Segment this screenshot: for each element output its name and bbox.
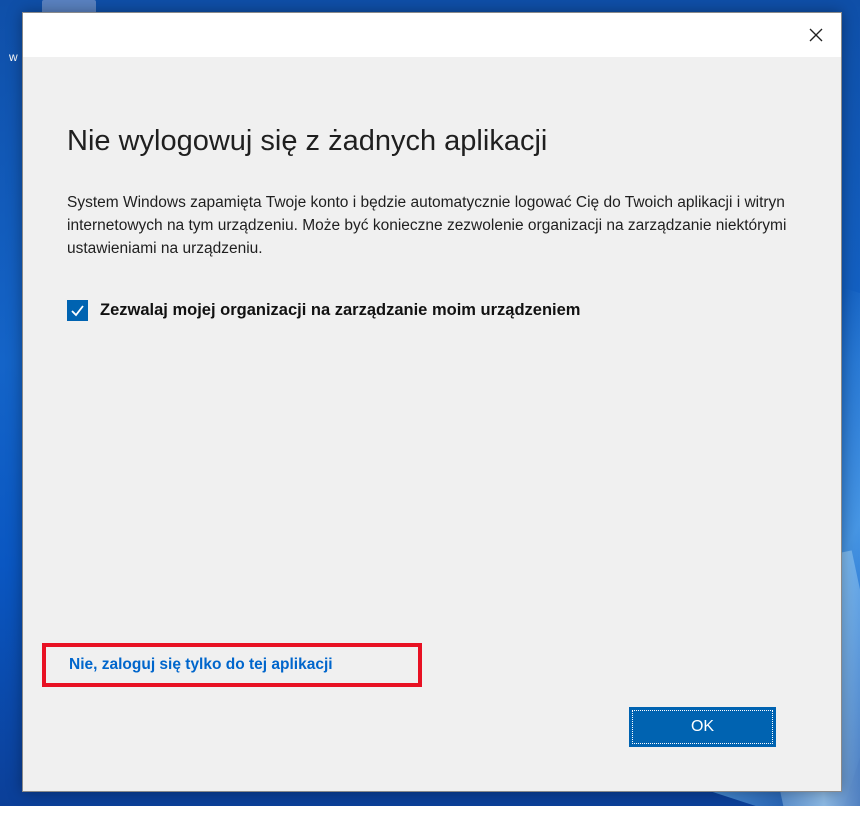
- desktop-icon-label: w: [9, 50, 18, 64]
- checkmark-icon: [71, 305, 84, 317]
- ok-button[interactable]: OK: [629, 707, 776, 747]
- dialog-description: System Windows zapamięta Twoje konto i b…: [67, 194, 787, 257]
- sign-in-this-app-only-link[interactable]: Nie, zaloguj się tylko do tej aplikacji: [69, 656, 333, 674]
- screen-bottom-edge: [0, 806, 860, 819]
- allow-management-checkbox-row[interactable]: Zezwalaj mojej organizacji na zarządzani…: [67, 300, 580, 321]
- allow-management-label[interactable]: Zezwalaj mojej organizacji na zarządzani…: [100, 301, 580, 320]
- dialog-titlebar: [23, 13, 841, 57]
- close-icon: [809, 28, 823, 42]
- allow-management-checkbox[interactable]: [67, 300, 88, 321]
- close-button[interactable]: [801, 21, 831, 49]
- dialog-heading: Nie wylogowuj się z żadnych aplikacji: [67, 125, 548, 157]
- stay-signed-in-dialog: Nie wylogowuj się z żadnych aplikacji Sy…: [22, 12, 842, 792]
